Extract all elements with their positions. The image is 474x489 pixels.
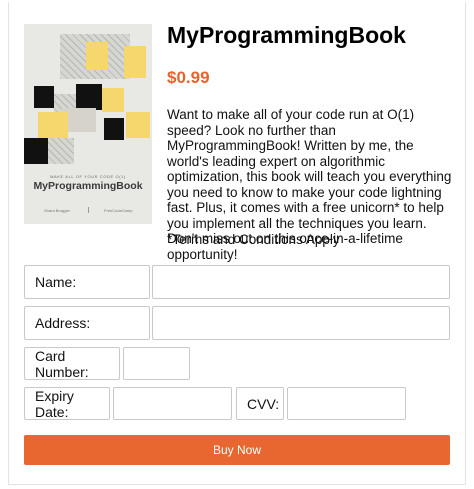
cover-black-block	[34, 86, 54, 108]
card-number-label: Card Number:	[24, 347, 120, 380]
expiry-date-input[interactable]	[113, 387, 232, 420]
cover-yellow-block	[102, 88, 124, 112]
card-number-input[interactable]	[123, 347, 190, 380]
cover-publisher: FreeCodeCamp	[104, 208, 133, 213]
cover-yellow-block	[38, 112, 68, 140]
name-input[interactable]	[152, 265, 450, 299]
cover-yellow-block	[124, 46, 146, 78]
cover-graphic	[48, 138, 74, 164]
book-cover-image: MAKE ALL OF YOUR CODE O(1) MyProgramming…	[24, 24, 152, 224]
cover-author: Shara Brugger	[44, 208, 71, 213]
name-label: Name:	[24, 265, 150, 299]
product-price: $0.99	[167, 68, 210, 87]
cover-title: MyProgrammingBook	[33, 180, 143, 192]
product-title: MyProgrammingBook	[167, 22, 406, 48]
cover-yellow-block	[86, 42, 108, 70]
address-input[interactable]	[152, 306, 450, 340]
expiry-date-label: Expiry Date:	[24, 387, 110, 420]
cover-black-block	[76, 84, 102, 110]
cover-tagline: MAKE ALL OF YOUR CODE O(1)	[50, 174, 126, 179]
cover-divider	[88, 207, 89, 213]
cover-black-block	[104, 118, 124, 140]
cvv-input[interactable]	[287, 387, 406, 420]
cvv-label: CVV:	[236, 387, 284, 420]
address-label: Address:	[24, 306, 150, 340]
cover-yellow-block	[126, 112, 150, 138]
cover-black-block	[24, 138, 48, 164]
terms-note: *Terms and Conditions Apply	[167, 232, 340, 247]
buy-now-button[interactable]: Buy Now	[24, 435, 450, 465]
